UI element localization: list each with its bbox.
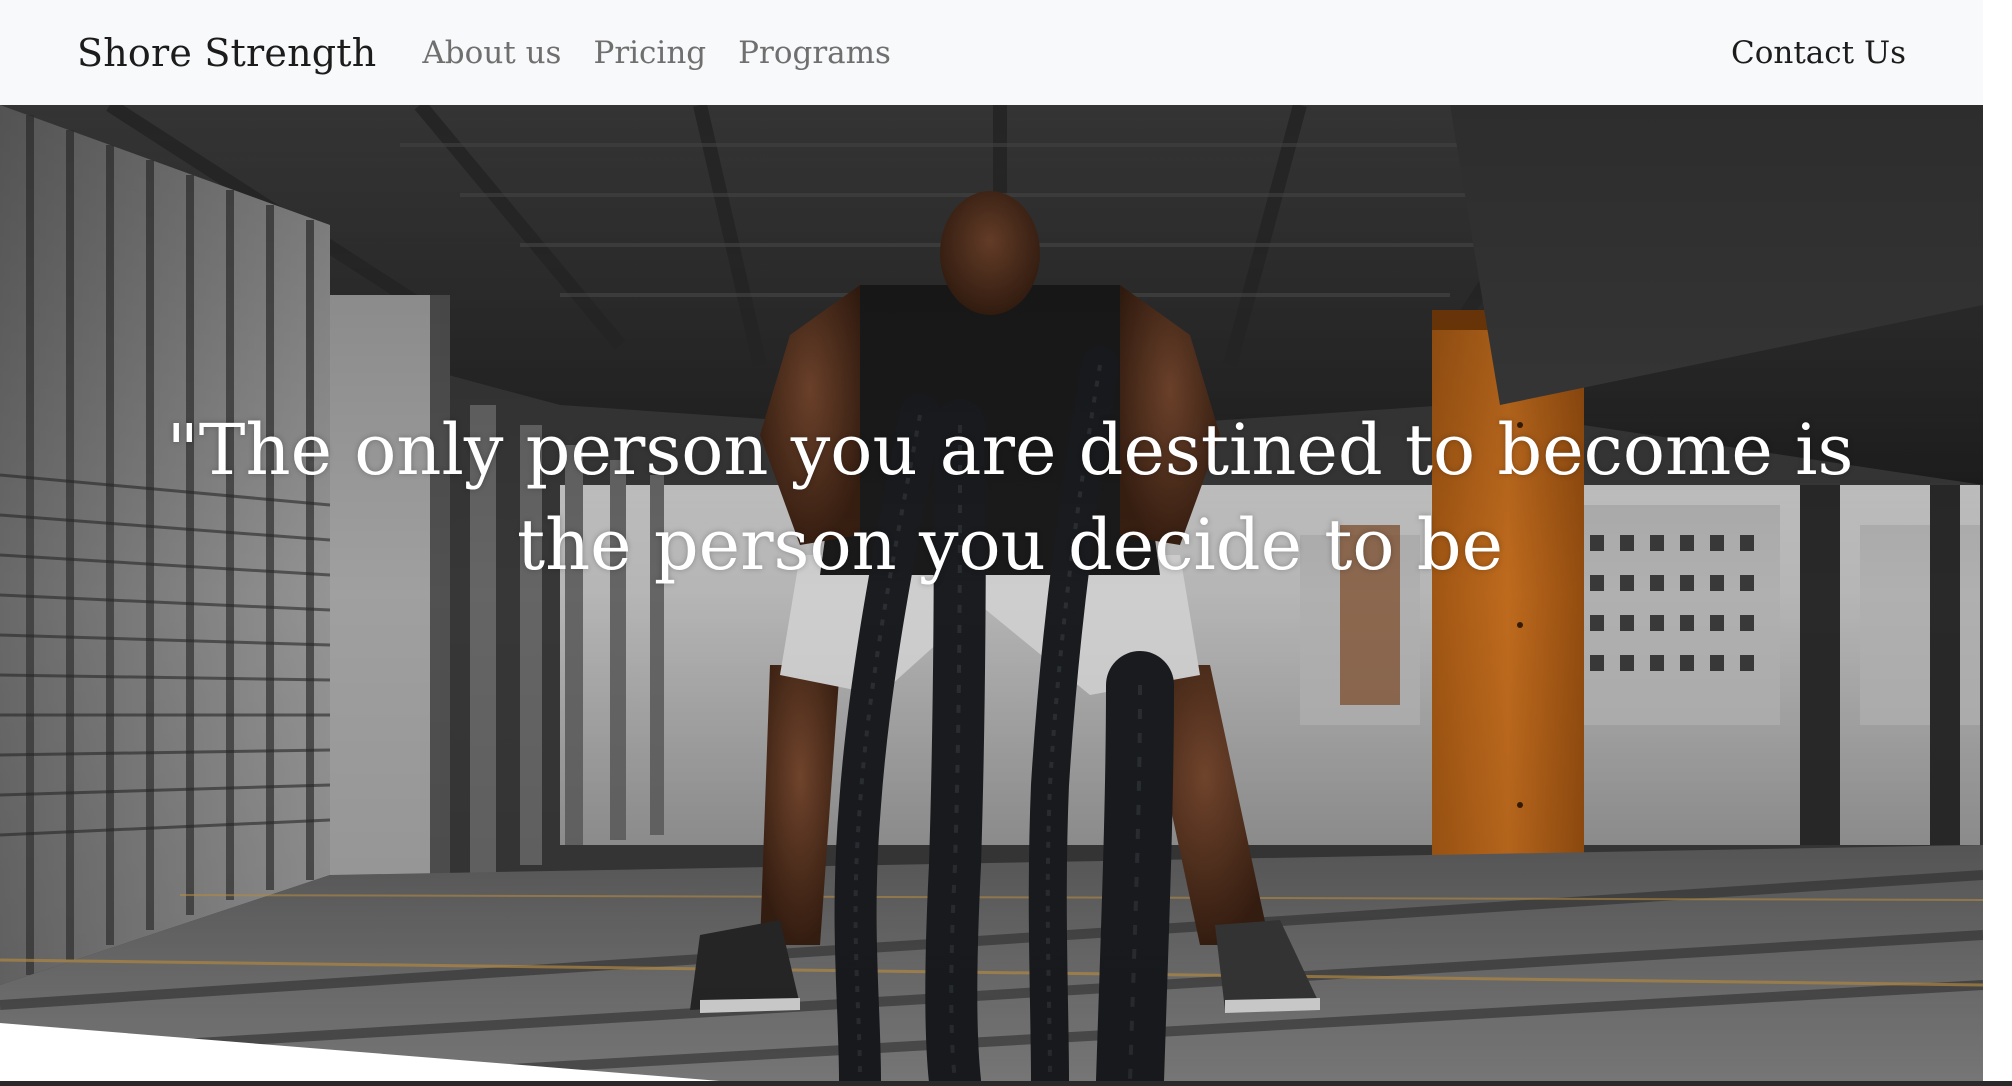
right-edge-strip (1983, 0, 2012, 1086)
nav-item-programs: Programs (738, 35, 891, 71)
nav-item-about: About us (422, 35, 561, 71)
nav-link-about-us[interactable]: About us (422, 35, 561, 71)
nav-links: About us Pricing Programs (422, 35, 891, 71)
page: Shore Strength About us Pricing Programs… (0, 0, 2012, 1086)
navbar: Shore Strength About us Pricing Programs… (0, 0, 1983, 105)
contact-us-link[interactable]: Contact Us (1731, 35, 1906, 71)
bottom-border (0, 1081, 2012, 1086)
hero-quote: "The only person you are destined to bec… (166, 409, 1854, 586)
hero-section: "The only person you are destined to bec… (0, 105, 1983, 1081)
hero-background-photo (0, 105, 1983, 1081)
nav-link-pricing[interactable]: Pricing (593, 35, 706, 71)
nav-item-pricing: Pricing (593, 35, 706, 71)
brand-link[interactable]: Shore Strength (77, 31, 376, 75)
nav-link-programs[interactable]: Programs (738, 35, 891, 71)
